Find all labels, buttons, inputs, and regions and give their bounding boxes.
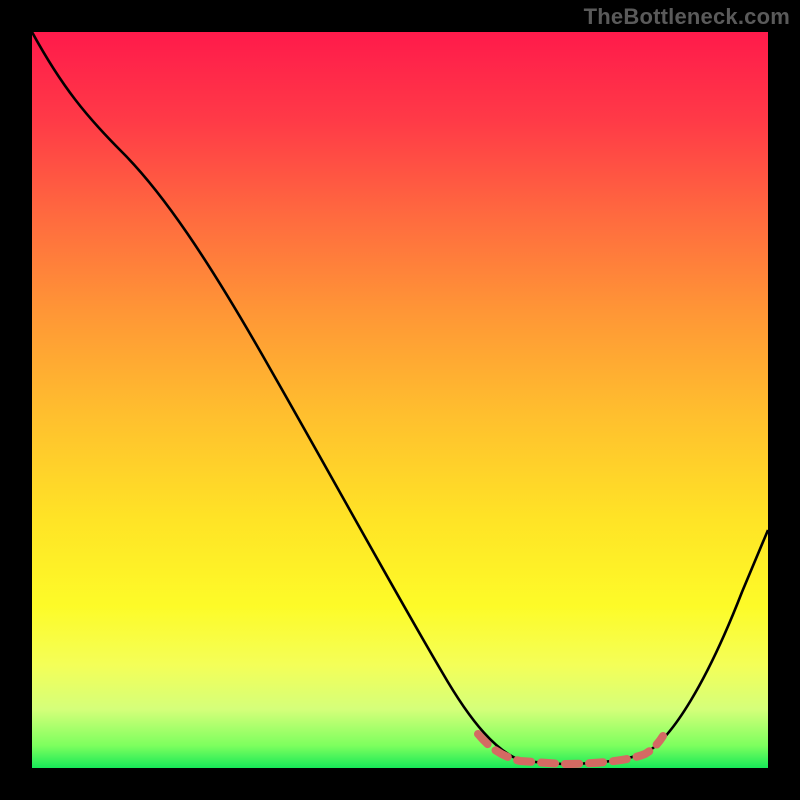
plot-area	[32, 32, 768, 768]
watermark-text: TheBottleneck.com	[584, 4, 790, 30]
curve-svg	[32, 32, 768, 768]
chart-container: TheBottleneck.com	[0, 0, 800, 800]
bottleneck-curve	[32, 32, 768, 764]
highlight-segment	[478, 734, 663, 764]
